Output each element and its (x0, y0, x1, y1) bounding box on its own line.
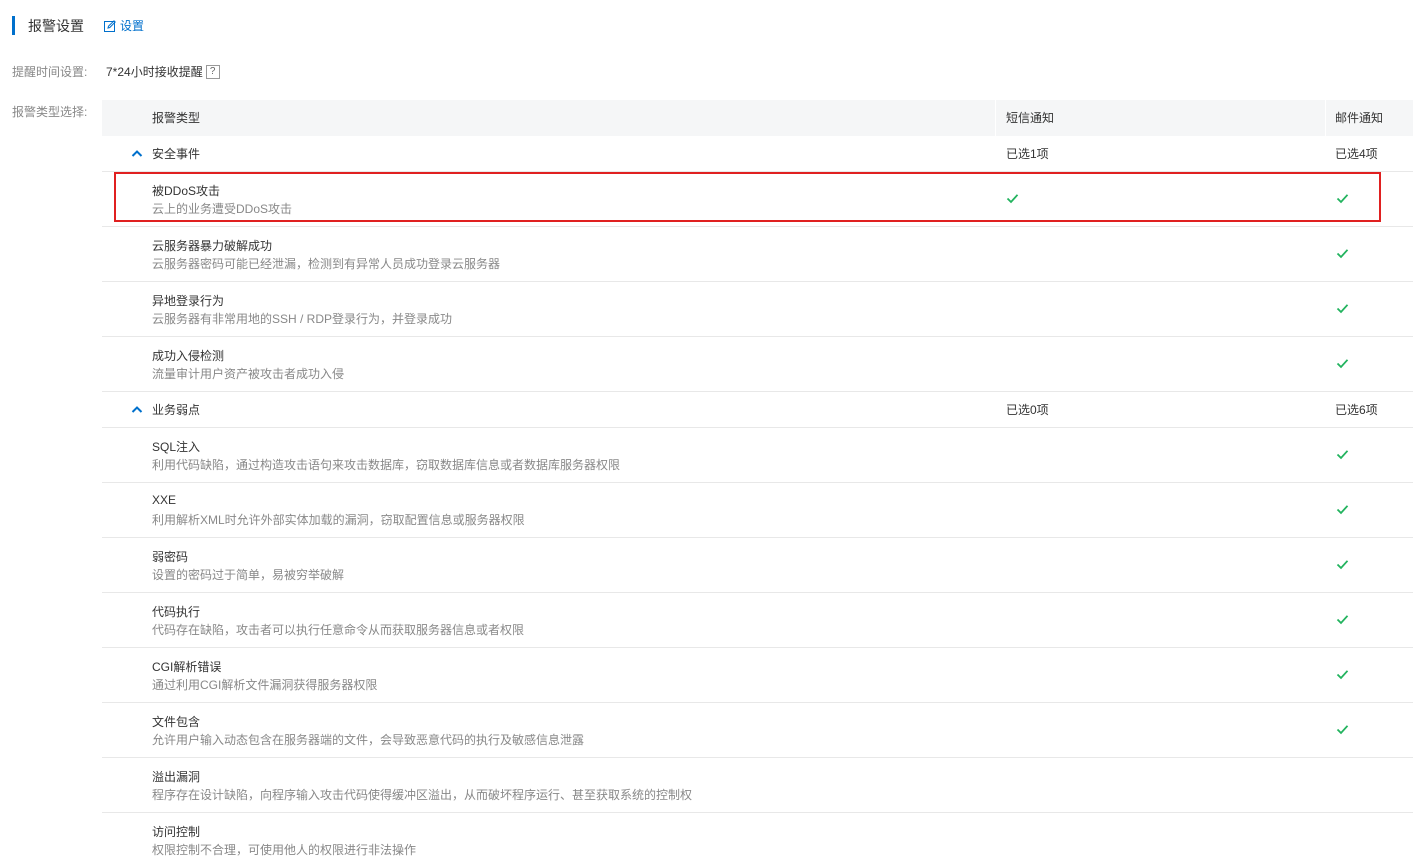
alert-type-row[interactable]: 访问控制权限控制不合理，可使用他人的权限进行非法操作 (102, 813, 1413, 862)
chevron-up-icon[interactable] (131, 149, 143, 158)
page-title: 报警设置 (28, 17, 84, 34)
checkmark-icon[interactable] (1336, 358, 1349, 369)
column-header-email: 邮件通知 (1335, 111, 1384, 125)
group-row[interactable]: 安全事件 已选1项 已选4项 (102, 136, 1413, 172)
sms-selected-count: 已选1项 (1006, 147, 1049, 161)
checkmark-icon[interactable] (1336, 669, 1349, 680)
section-header: 报警设置 设置 (12, 16, 144, 35)
section-accent-bar (12, 16, 15, 35)
alert-type-name: 文件包含 (152, 715, 201, 729)
alert-type-name: 被DDoS攻击 (152, 184, 221, 198)
group-row[interactable]: 业务弱点 已选0项 已选6项 (102, 392, 1413, 428)
alert-type-description: 设置的密码过于简单，易被穷举破解 (152, 568, 345, 582)
alert-type-label: 报警类型选择: (12, 105, 88, 119)
alert-type-name: XXE (152, 493, 177, 507)
alert-type-row[interactable]: SQL注入利用代码缺陷，通过构造攻击语句来攻击数据库，窃取数据库信息或者数据库服… (102, 428, 1413, 483)
alert-type-name: 访问控制 (152, 825, 201, 839)
alert-type-row[interactable]: 异地登录行为云服务器有非常用地的SSH / RDP登录行为，并登录成功 (102, 282, 1413, 337)
checkmark-icon[interactable] (1336, 559, 1349, 570)
reminder-time-value: 7*24小时接收提醒 ? (106, 63, 220, 80)
alert-type-description: 流量审计用户资产被攻击者成功入侵 (152, 367, 345, 381)
alert-type-name: SQL注入 (152, 440, 201, 454)
edit-icon (104, 19, 116, 32)
alert-type-name: 成功入侵检测 (152, 349, 225, 363)
checkmark-icon[interactable] (1336, 724, 1349, 735)
alert-type-row[interactable]: 文件包含允许用户输入动态包含在服务器端的文件，会导致恶意代码的执行及敏感信息泄露 (102, 703, 1413, 758)
alert-type-name: CGI解析错误 (152, 660, 222, 674)
checkmark-icon[interactable] (1336, 449, 1349, 460)
table-header: 报警类型 短信通知 邮件通知 (102, 100, 1413, 136)
alert-type-description: 云服务器有非常用地的SSH / RDP登录行为，并登录成功 (152, 312, 453, 326)
alert-type-description: 程序存在设计缺陷，向程序输入攻击代码使得缓冲区溢出，从而破坏程序运行、甚至获取系… (152, 788, 693, 802)
group-name: 安全事件 (152, 147, 201, 161)
alert-type-row[interactable]: XXE 利用解析XML时允许外部实体加载的漏洞，窃取配置信息或服务器权限 (102, 483, 1413, 538)
alert-type-row[interactable]: CGI解析错误通过利用CGI解析文件漏洞获得服务器权限 (102, 648, 1413, 703)
reminder-time-text: 7*24小时接收提醒 (106, 65, 203, 79)
checkmark-icon[interactable] (1006, 193, 1019, 204)
column-header-type: 报警类型 (152, 111, 201, 125)
alert-type-description: 权限控制不合理，可使用他人的权限进行非法操作 (152, 843, 417, 857)
alert-type-name: 溢出漏洞 (152, 770, 201, 784)
checkmark-icon[interactable] (1336, 303, 1349, 314)
column-divider (1325, 100, 1326, 136)
alert-type-name: 代码执行 (152, 605, 201, 619)
edit-settings-label: 设置 (120, 19, 145, 33)
email-selected-count: 已选4项 (1335, 147, 1378, 161)
help-icon[interactable]: ? (205, 64, 220, 79)
column-divider (995, 100, 996, 136)
alert-type-row[interactable]: 云服务器暴力破解成功云服务器密码可能已经泄漏，检测到有异常人员成功登录云服务器 (102, 227, 1413, 282)
alert-type-description: 代码存在缺陷，攻击者可以执行任意命令从而获取服务器信息或者权限 (152, 623, 525, 637)
alert-type-name: 云服务器暴力破解成功 (152, 239, 273, 253)
alert-type-description: 云服务器密码可能已经泄漏，检测到有异常人员成功登录云服务器 (152, 257, 501, 271)
email-selected-count: 已选6项 (1335, 403, 1378, 417)
alert-type-description: 云上的业务遭受DDoS攻击 (152, 202, 293, 216)
group-name: 业务弱点 (152, 403, 201, 417)
chevron-up-icon[interactable] (131, 405, 143, 414)
checkmark-icon[interactable] (1336, 248, 1349, 259)
alert-type-row[interactable]: 代码执行代码存在缺陷，攻击者可以执行任意命令从而获取服务器信息或者权限 (102, 593, 1413, 648)
alert-type-row[interactable]: 弱密码设置的密码过于简单，易被穷举破解 (102, 538, 1413, 593)
alert-type-row[interactable]: 成功入侵检测流量审计用户资产被攻击者成功入侵 (102, 337, 1413, 392)
alert-type-name: 异地登录行为 (152, 294, 225, 308)
sms-selected-count: 已选0项 (1006, 403, 1049, 417)
alert-type-description: 通过利用CGI解析文件漏洞获得服务器权限 (152, 678, 378, 692)
table-body: 安全事件 已选1项 已选4项 被DDoS攻击 云上的业务遭受DDoS攻击 云服务器暴力破解… (102, 136, 1413, 862)
alert-type-row[interactable]: 被DDoS攻击云上的业务遭受DDoS攻击 (102, 172, 1413, 227)
edit-settings-link[interactable]: 设置 (104, 17, 144, 34)
alert-type-description: 利用解析XML时允许外部实体加载的漏洞，窃取配置信息或服务器权限 (152, 513, 525, 527)
alert-type-table: 报警类型 短信通知 邮件通知 安全事件 已选1项 已选4项被DDoS攻击云上的业务遭… (102, 100, 1413, 862)
alert-type-name: 弱密码 (152, 550, 189, 564)
alert-type-row[interactable]: 溢出漏洞程序存在设计缺陷，向程序输入攻击代码使得缓冲区溢出，从而破坏程序运行、甚… (102, 758, 1413, 813)
alert-type-description: 利用代码缺陷，通过构造攻击语句来攻击数据库，窃取数据库信息或者数据库服务器权限 (152, 458, 621, 472)
checkmark-icon[interactable] (1336, 504, 1349, 515)
reminder-time-label: 提醒时间设置: (12, 65, 88, 79)
checkmark-icon[interactable] (1336, 193, 1349, 204)
column-header-sms: 短信通知 (1006, 111, 1055, 125)
alert-type-description: 允许用户输入动态包含在服务器端的文件，会导致恶意代码的执行及敏感信息泄露 (152, 733, 585, 747)
checkmark-icon[interactable] (1336, 614, 1349, 625)
